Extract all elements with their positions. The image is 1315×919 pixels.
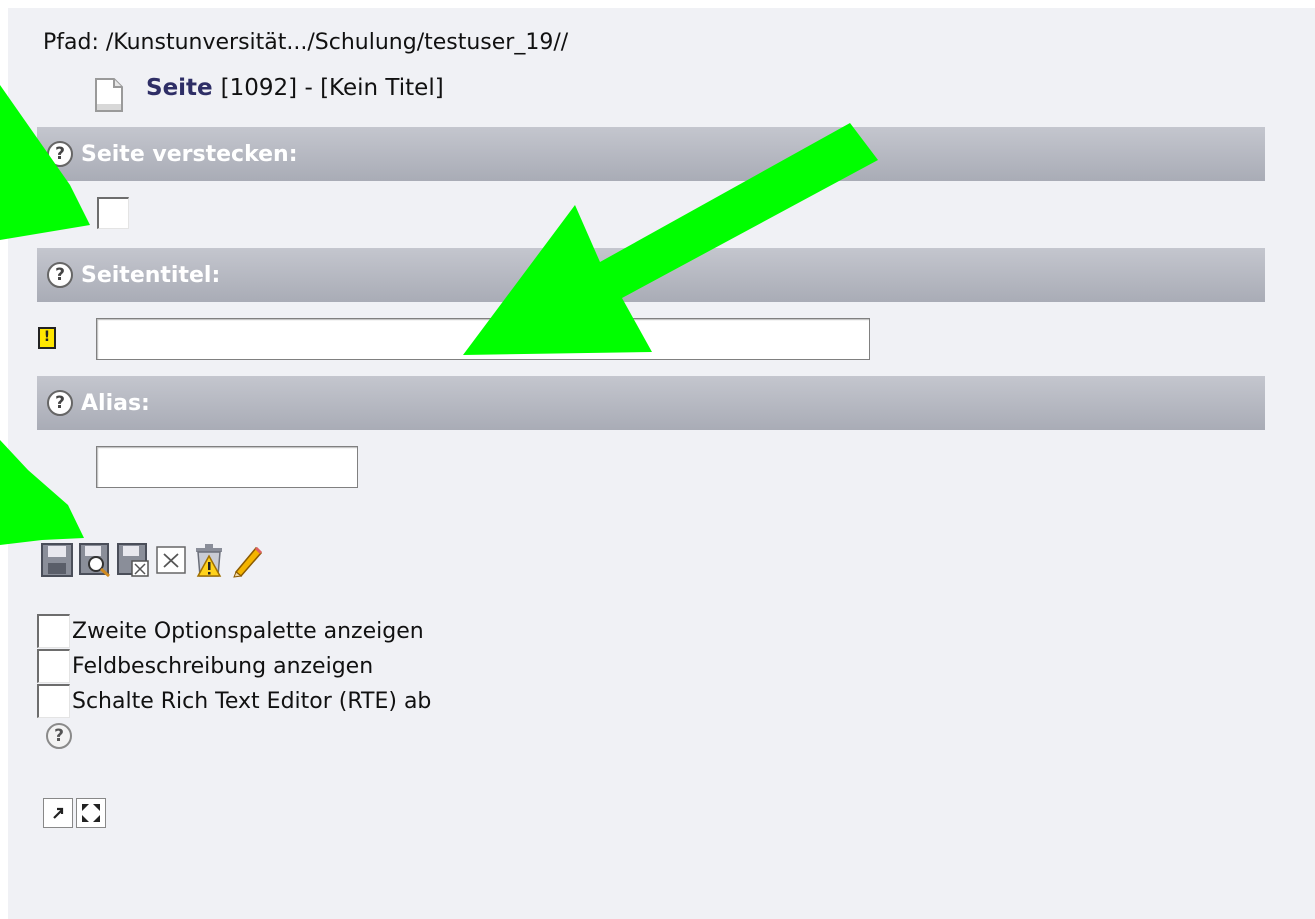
page-document-icon	[95, 78, 123, 112]
option-field-description-label: Feldbeschreibung anzeigen	[72, 653, 374, 679]
hide-page-checkbox[interactable]	[97, 197, 129, 229]
breadcrumb-path: Pfad: /Kunstunversität.../Schulung/testu…	[43, 30, 568, 55]
section-header-alias: ? Alias:	[37, 376, 1265, 430]
record-id: [1092]	[220, 75, 298, 101]
section-label-page-title: Seitentitel:	[81, 262, 221, 288]
required-warning-icon: !	[38, 327, 56, 349]
option-disable-rte-label: Schalte Rich Text Editor (RTE) ab	[72, 688, 432, 714]
alias-input[interactable]	[96, 446, 358, 488]
save-icon[interactable]	[40, 542, 74, 578]
save-and-view-icon[interactable]	[78, 542, 112, 578]
record-header: Seite [1092] - [Kein Titel]	[146, 75, 444, 101]
section-label-hide-page: Seite verstecken:	[81, 141, 298, 167]
save-and-close-icon[interactable]	[116, 542, 150, 578]
open-new-window-icon[interactable]	[43, 798, 73, 828]
section-header-page-title: ? Seitentitel:	[37, 248, 1265, 302]
delete-icon[interactable]	[192, 542, 226, 578]
option-field-description: Feldbeschreibung anzeigen	[37, 648, 373, 684]
path-value: /Kunstunversität.../Schulung/testuser_19…	[105, 30, 569, 55]
help-icon[interactable]: ?	[47, 141, 73, 167]
option-second-palette-label: Zweite Optionspalette anzeigen	[72, 618, 424, 644]
close-icon[interactable]	[154, 542, 188, 578]
option-second-palette-checkbox[interactable]	[37, 614, 70, 648]
edit-pencil-icon[interactable]	[230, 542, 264, 578]
record-separator: -	[304, 75, 313, 101]
option-second-palette: Zweite Optionspalette anzeigen	[37, 613, 424, 649]
bottom-button-group	[43, 798, 106, 828]
record-title: [Kein Titel]	[320, 75, 444, 101]
path-label: Pfad:	[43, 30, 99, 55]
help-icon[interactable]: ?	[47, 262, 73, 288]
record-toolbar	[40, 540, 264, 580]
help-icon[interactable]: ?	[46, 723, 72, 749]
option-field-description-checkbox[interactable]	[37, 649, 70, 683]
option-disable-rte-checkbox[interactable]	[37, 684, 70, 718]
option-disable-rte: Schalte Rich Text Editor (RTE) ab	[37, 683, 431, 719]
page-title-input[interactable]	[96, 318, 870, 360]
section-header-hide-page: ? Seite verstecken:	[37, 127, 1265, 181]
record-type: Seite	[146, 75, 213, 101]
section-label-alias: Alias:	[81, 390, 150, 416]
help-icon[interactable]: ?	[47, 390, 73, 416]
fullscreen-icon[interactable]	[76, 798, 106, 828]
